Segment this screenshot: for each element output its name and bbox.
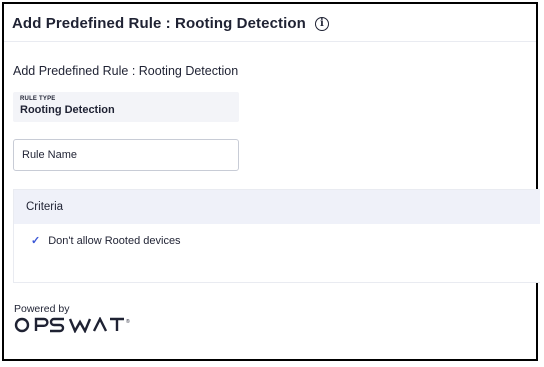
dialog-title: Add Predefined Rule : Rooting Detection [12, 14, 306, 32]
rule-name-input[interactable] [13, 139, 239, 171]
rule-type-value: Rooting Detection [20, 104, 115, 116]
dialog-frame: Add Predefined Rule : Rooting Detection … [2, 2, 540, 361]
criteria-panel: Criteria ✓ Don't allow Rooted devices [13, 189, 540, 283]
opswat-logo: ® [14, 316, 144, 338]
powered-by-text: Powered by [14, 303, 70, 315]
rule-type-label: RULE TYPE [20, 96, 56, 102]
form-subtitle: Add Predefined Rule : Rooting Detection [13, 64, 239, 78]
check-icon: ✓ [31, 235, 41, 247]
criteria-header: Criteria [14, 190, 540, 224]
header-divider [4, 41, 536, 42]
criteria-item-label: Don't allow Rooted devices [48, 234, 181, 247]
info-icon[interactable]: i [314, 17, 329, 31]
rule-type-field: RULE TYPE Rooting Detection [13, 92, 239, 122]
dialog-header: Add Predefined Rule : Rooting Detection … [12, 10, 329, 36]
svg-text:®: ® [126, 318, 130, 325]
criteria-item: ✓ Don't allow Rooted devices [14, 234, 540, 248]
opswat-logo-graphic: ® [14, 316, 130, 334]
